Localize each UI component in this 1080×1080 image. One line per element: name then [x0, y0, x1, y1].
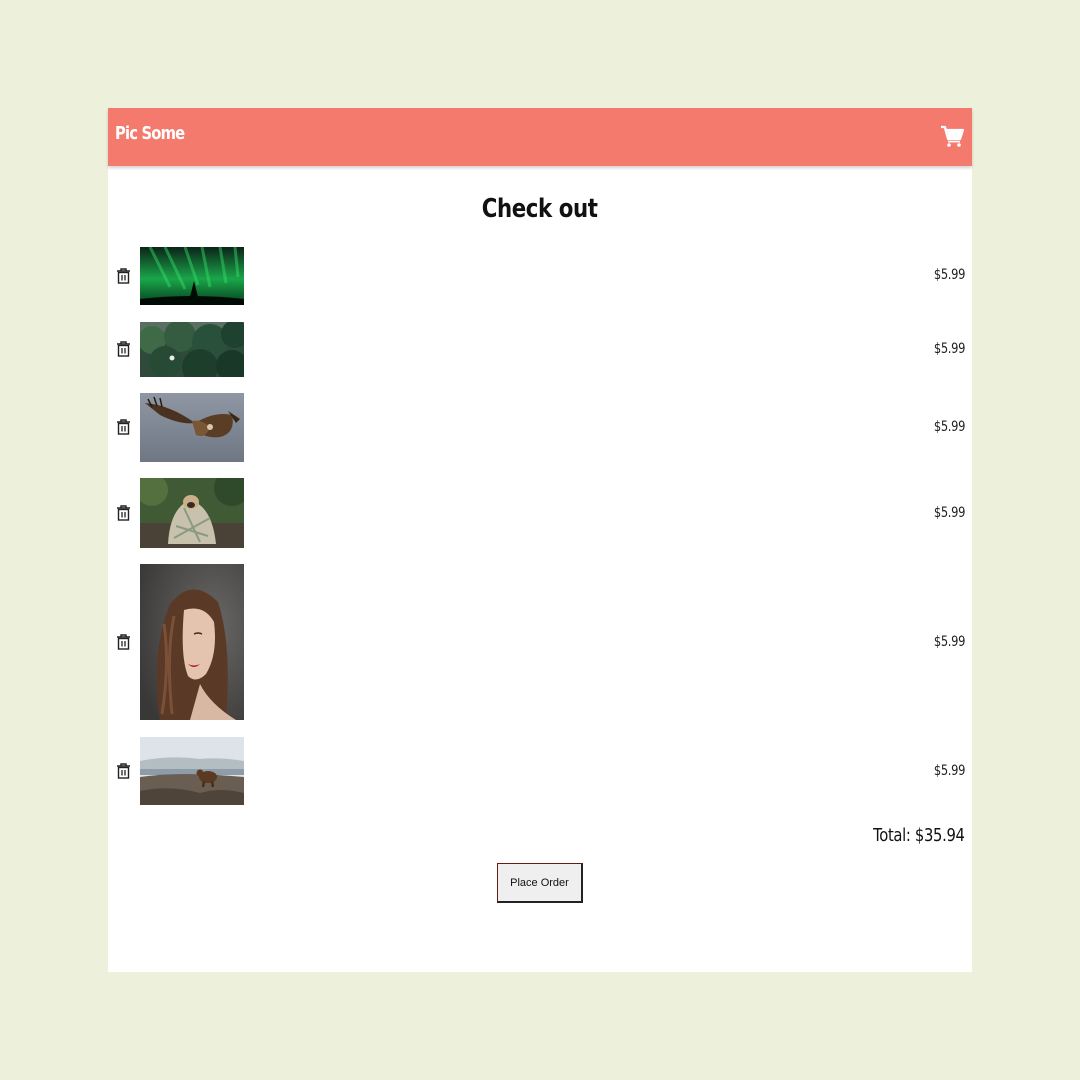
page-title: Check out — [482, 194, 598, 224]
item-price: $5.99 — [933, 419, 966, 435]
brand-link[interactable]: Pic Some — [115, 123, 185, 144]
cart-item: $5.99 — [108, 322, 972, 377]
cart-item: $5.99 — [108, 247, 972, 305]
trash-icon[interactable] — [116, 268, 131, 284]
header-bar: Pic Some — [108, 108, 972, 166]
cart-item: $5.99 — [108, 478, 972, 548]
product-image-portrait[interactable] — [140, 564, 244, 720]
cart-item: $5.99 — [108, 564, 972, 720]
product-image-pug[interactable] — [140, 478, 244, 548]
item-price: $5.99 — [933, 763, 966, 779]
item-price: $5.99 — [933, 634, 966, 650]
trash-icon[interactable] — [116, 341, 131, 357]
trash-icon[interactable] — [116, 763, 131, 779]
item-price: $5.99 — [933, 341, 966, 357]
cart-icon[interactable] — [940, 124, 964, 148]
place-order-button[interactable]: Place Order — [497, 863, 583, 903]
cart-item: $5.99 — [108, 393, 972, 462]
cart-item: $5.99 — [108, 737, 972, 805]
product-image-aurora[interactable] — [140, 247, 244, 305]
trash-icon[interactable] — [116, 505, 131, 521]
product-image-bear[interactable] — [140, 737, 244, 805]
order-total: Total: $35.94 — [873, 825, 965, 846]
product-image-eagle[interactable] — [140, 393, 244, 462]
product-image-forest[interactable] — [140, 322, 244, 377]
app-container: Pic Some Check out $5.99 $5.99 $5.99 $5.… — [108, 108, 972, 972]
item-price: $5.99 — [933, 267, 966, 283]
trash-icon[interactable] — [116, 634, 131, 650]
item-price: $5.99 — [933, 505, 966, 521]
trash-icon[interactable] — [116, 419, 131, 435]
